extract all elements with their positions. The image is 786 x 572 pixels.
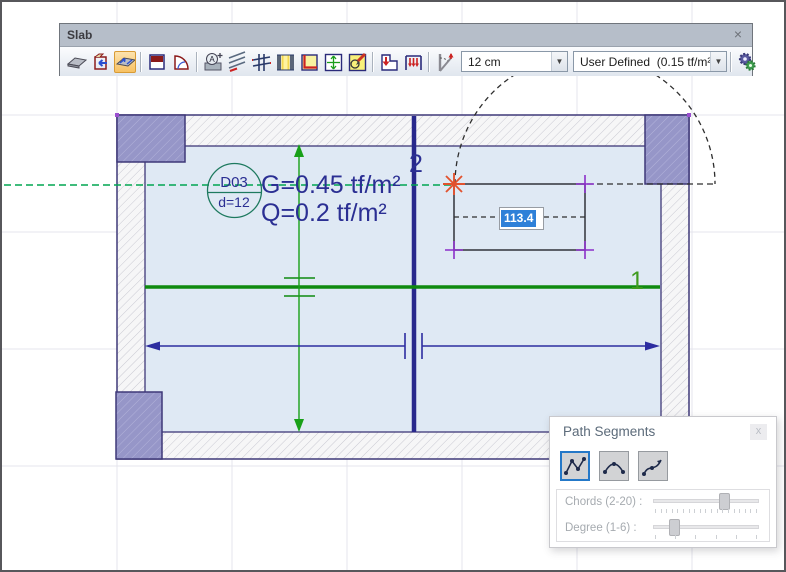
corner-region-icon[interactable] (298, 51, 320, 73)
slab-corner-vertex-right[interactable] (687, 113, 691, 117)
degree-label: Degree (1-6) : (565, 522, 637, 534)
slab-tag-id: D03 (220, 174, 248, 191)
path-segments-panel: Path Segments x Chords (2-20) : Degree (… (549, 416, 777, 548)
dimension-input[interactable]: 113.4 (499, 207, 544, 230)
toolbar-separator (196, 52, 198, 72)
slab-toolbar-title: Slab (60, 28, 92, 42)
dimension-angle-icon[interactable] (434, 51, 456, 73)
column-bottom-left[interactable] (116, 392, 162, 459)
slab-rename-icon[interactable]: A (202, 51, 224, 73)
slab-load-combobox[interactable]: User Defined (0.15 tf/m²) ▼ (573, 51, 727, 72)
chevron-down-icon[interactable]: ▼ (710, 52, 726, 71)
chevron-down-icon[interactable]: ▼ (551, 52, 567, 71)
path-segments-title: Path Segments (563, 424, 655, 439)
slab-toolbar-titlebar[interactable]: Slab × (60, 24, 752, 47)
application-canvas: D03 d=12 G=0.45 tf/m² Q=0.2 tf/m² 2 1 11… (0, 0, 786, 572)
chords-slider-track[interactable] (653, 499, 759, 503)
chords-label: Chords (2-20) : (565, 496, 642, 508)
slab-tag-thickness: d=12 (218, 194, 250, 210)
close-icon[interactable]: × (730, 26, 746, 42)
close-icon[interactable]: x (750, 424, 767, 440)
polyline-segment-button[interactable] (560, 451, 590, 481)
svg-text:A: A (209, 55, 215, 64)
snap-star-marker (443, 173, 465, 195)
axis1-label: 1 (630, 267, 644, 295)
column-top-right[interactable] (645, 115, 689, 184)
slope-lines-icon[interactable] (226, 51, 248, 73)
chords-slider[interactable] (653, 492, 759, 516)
segment-options-group: Chords (2-20) : Degree (1-6) : (556, 489, 770, 542)
spline-segment-button[interactable] (638, 451, 668, 481)
toolbar-separator (140, 52, 142, 72)
slab-thickness-combobox[interactable]: 12 cm ▼ (461, 51, 568, 72)
hatch-grid-icon[interactable] (250, 51, 272, 73)
slab-paste-icon[interactable] (90, 51, 112, 73)
dead-load-text: G=0.45 tf/m² (261, 171, 401, 199)
degree-slider-ticks (655, 535, 757, 540)
degree-slider[interactable] (653, 518, 759, 542)
column-strip-icon[interactable] (274, 51, 296, 73)
slab-corner-vertex-left[interactable] (115, 113, 119, 117)
degree-slider-thumb[interactable] (669, 519, 680, 536)
slab-toolbar-window: Slab × (59, 23, 753, 76)
chords-slider-ticks (655, 509, 757, 514)
toolbar-separator (428, 52, 430, 72)
edit-area-icon[interactable] (346, 51, 368, 73)
span-arrows-icon[interactable] (322, 51, 344, 73)
live-load-text: Q=0.2 tf/m² (261, 199, 387, 227)
slab-toolbar-iconrow: A (60, 47, 752, 76)
arc-segment-button[interactable] (599, 451, 629, 481)
slab-arc-edge-icon[interactable] (170, 51, 192, 73)
chords-slider-thumb[interactable] (719, 493, 730, 510)
axis2-label: 2 (409, 150, 423, 178)
toolbar-separator (730, 52, 732, 72)
column-top-left[interactable] (117, 115, 185, 162)
settings-gears-icon[interactable] (736, 51, 758, 73)
point-load-icon[interactable] (378, 51, 400, 73)
slab-half-fill-icon[interactable] (146, 51, 168, 73)
slab-thickness-value: 12 cm (462, 55, 551, 69)
slab-direction-icon[interactable] (114, 51, 136, 73)
dimension-value: 113.4 (501, 210, 536, 227)
slab-3d-icon[interactable] (66, 51, 88, 73)
distributed-load-icon[interactable] (402, 51, 424, 73)
toolbar-separator (372, 52, 374, 72)
slab-load-value: User Defined (0.15 tf/m²) (574, 55, 710, 69)
